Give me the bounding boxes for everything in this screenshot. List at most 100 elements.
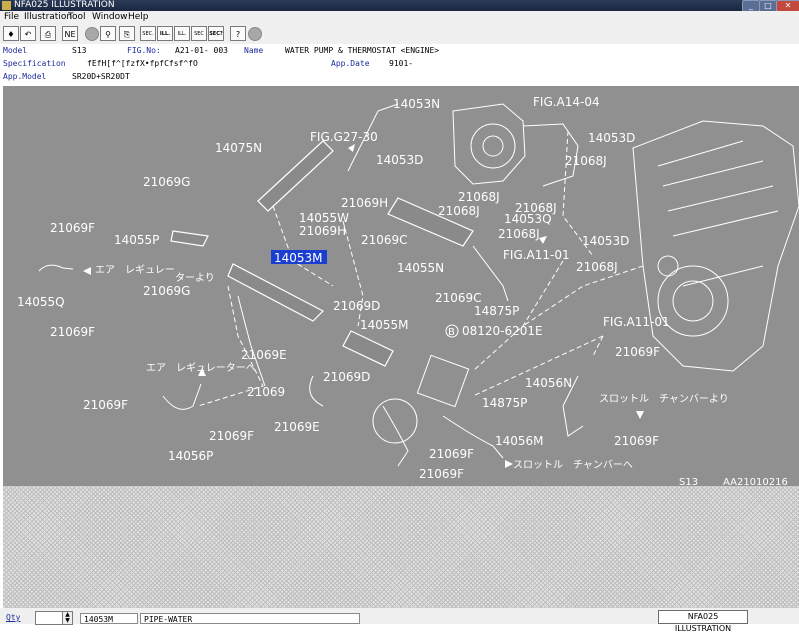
callout-21069F-h[interactable]: 21069F	[419, 467, 464, 481]
callout-14053D-b[interactable]: 14053D	[588, 131, 635, 145]
callout-21069G-b[interactable]: 21069G	[143, 284, 190, 298]
qty-spinner[interactable]: ▲ ▼	[62, 611, 73, 625]
sec-question-icon[interactable]: SEC?	[208, 26, 224, 41]
qty-label: Qty	[6, 613, 21, 622]
callout-14055M[interactable]: 14055M	[360, 318, 409, 332]
callout-21069D-b[interactable]: 21069D	[323, 370, 370, 384]
callout-21068J-c[interactable]: 21068J	[438, 204, 480, 218]
ill-icon[interactable]: ILL.	[174, 26, 190, 41]
callout-21068J-a[interactable]: 21068J	[565, 154, 607, 168]
callout-14055Q[interactable]: 14055Q	[17, 295, 65, 309]
callout-air-regulator-from-2[interactable]: ターより	[175, 272, 215, 284]
callout-fig-a14-04[interactable]: FIG.A14-04	[533, 95, 600, 109]
part-info-header: Model S13 FIG.No: A21-01- 003 Name WATER…	[0, 44, 799, 86]
callout-fig-a11-01-b[interactable]: FIG.A11-01	[603, 315, 670, 329]
callout-08120-6201E[interactable]: 08120-6201E	[462, 324, 543, 338]
callout-21069E-a[interactable]: 21069E	[241, 348, 287, 362]
callout-14055W[interactable]: 14055W	[299, 211, 349, 225]
menu-window[interactable]: Window	[92, 11, 128, 24]
callout-21069F-c[interactable]: 21069F	[615, 345, 660, 359]
callout-21069G-a[interactable]: 21069G	[143, 175, 190, 189]
callout-14053M-selected[interactable]: 14053M	[274, 251, 323, 265]
spec-label: Specification	[3, 59, 66, 68]
callout-14053D-c[interactable]: 14053D	[582, 234, 629, 248]
part-name-field: PIPE-WATER	[140, 613, 360, 624]
callout-21069[interactable]: 21069	[247, 385, 285, 399]
appdate-value: 9101-	[389, 59, 414, 68]
sec-icon[interactable]: SEC.	[140, 26, 156, 41]
model-label: Model	[3, 46, 28, 55]
callout-21069C-a[interactable]: 21069C	[361, 233, 408, 247]
callout-14055N[interactable]: 14055N	[397, 261, 444, 275]
callout-14056N[interactable]: 14056N	[525, 376, 572, 390]
circle-gray-icon[interactable]	[85, 27, 99, 41]
callout-14875P-b[interactable]: 14875P	[482, 396, 527, 410]
callout-14053N[interactable]: 14053N	[393, 97, 440, 111]
menu-file[interactable]: File	[4, 11, 19, 24]
callout-21069F-f[interactable]: 21069F	[614, 434, 659, 448]
menu-bar: File Illustration Tool Window Help	[0, 11, 799, 24]
taskbar-item[interactable]: NFA025 ILLUSTRATION	[658, 610, 748, 633]
callout-21068J-e[interactable]: 21068J	[498, 227, 540, 241]
callout-21069H-a[interactable]: 21069H	[341, 196, 388, 210]
menu-tool[interactable]: Tool	[68, 11, 85, 24]
callout-21069H-b[interactable]: 21069H	[299, 224, 346, 238]
menu-help[interactable]: Help	[128, 11, 149, 24]
callout-throttle-chamber-to[interactable]: スロットル チャンバーへ	[513, 459, 633, 471]
callout-14053Q[interactable]: 14053Q	[504, 212, 552, 226]
callout-throttle-chamber-from[interactable]: スロットル チャンバーより	[599, 393, 729, 405]
arrow-left-icon	[83, 267, 91, 275]
callout-21069F-b[interactable]: 21069F	[50, 325, 95, 339]
spec-value: fEfH[f^[fzfX•fpfCfsf^fO	[87, 59, 198, 68]
name-value: WATER PUMP & THERMOSTAT <ENGINE>	[285, 46, 440, 55]
magnify-icon[interactable]: ⚲	[100, 26, 116, 41]
name-label: Name	[244, 46, 264, 55]
illustration-canvas[interactable]: 14053N FIG.A14-04 FIG.G27-30 14075N 1405…	[3, 86, 799, 486]
status-bar: Qty ▲ ▼ 14053M PIPE-WATER NFA025 ILLUSTRA…	[0, 608, 799, 633]
callout-21069E-b[interactable]: 21069E	[274, 420, 320, 434]
callout-21068J-f[interactable]: 21068J	[576, 260, 618, 274]
callout-21069D-a[interactable]: 21069D	[333, 299, 380, 313]
title-bar: NFA025 ILLUSTRATION _ □ ✕	[0, 0, 799, 12]
callout-14056P[interactable]: 14056P	[168, 449, 213, 463]
window-title: NFA025 ILLUSTRATION	[14, 0, 115, 10]
turbo-drawing	[452, 103, 579, 187]
callout-14075N[interactable]: 14075N	[215, 141, 262, 155]
callout-14053D-a[interactable]: 14053D	[376, 153, 423, 167]
appmodel-label: App.Model	[3, 72, 47, 81]
undo-icon[interactable]: ↶	[20, 26, 36, 41]
callout-21069C-b[interactable]: 21069C	[435, 291, 482, 305]
appmodel-value: SR20D+SR20DT	[72, 72, 130, 81]
menu-illustration[interactable]: Illustration	[24, 11, 72, 24]
callout-21068J-b[interactable]: 21068J	[458, 190, 500, 204]
arrow-right-icon	[505, 460, 513, 468]
fig-label: FIG.No:	[127, 46, 161, 55]
callout-21069F-e[interactable]: 21069F	[209, 429, 254, 443]
highlighted-callout[interactable]: 14053M	[271, 250, 327, 265]
callout-14055P[interactable]: 14055P	[114, 233, 159, 247]
text-icon[interactable]: NE	[62, 26, 78, 41]
page-icon[interactable]: ⎘	[119, 26, 135, 41]
ill-bold-icon[interactable]: ILL.	[157, 26, 173, 41]
qty-input[interactable]	[35, 611, 63, 625]
callout-21069F-a[interactable]: 21069F	[50, 221, 95, 235]
callout-21069F-d[interactable]: 21069F	[83, 398, 128, 412]
callout-fig-g27-30[interactable]: FIG.G27-30	[310, 130, 378, 144]
parts-list-area	[3, 486, 799, 608]
parts-diagram: 14053N FIG.A14-04 FIG.G27-30 14075N 1405…	[17, 95, 799, 486]
callout-21069F-g[interactable]: 21069F	[429, 447, 474, 461]
circle-gray-2-icon[interactable]	[248, 27, 262, 41]
arrow-down-icon	[636, 411, 644, 419]
callout-14056M[interactable]: 14056M	[495, 434, 544, 448]
arrow-down-left-icon	[539, 236, 547, 244]
print-icon[interactable]: ⎙	[40, 26, 56, 41]
callout-air-regulator-from-1[interactable]: エア レギュレー	[95, 264, 175, 276]
callout-fig-a11-01-a[interactable]: FIG.A11-01	[503, 248, 570, 262]
arrow-up-right-icon	[348, 144, 355, 152]
sec-light-icon[interactable]: SEC	[191, 26, 207, 41]
help-icon[interactable]: ?	[230, 26, 246, 41]
model-value: S13	[72, 46, 87, 55]
exit-icon[interactable]: ♦	[3, 26, 19, 41]
callout-14875P-a[interactable]: 14875P	[474, 304, 519, 318]
fig-value: A21-01- 003	[175, 46, 228, 55]
